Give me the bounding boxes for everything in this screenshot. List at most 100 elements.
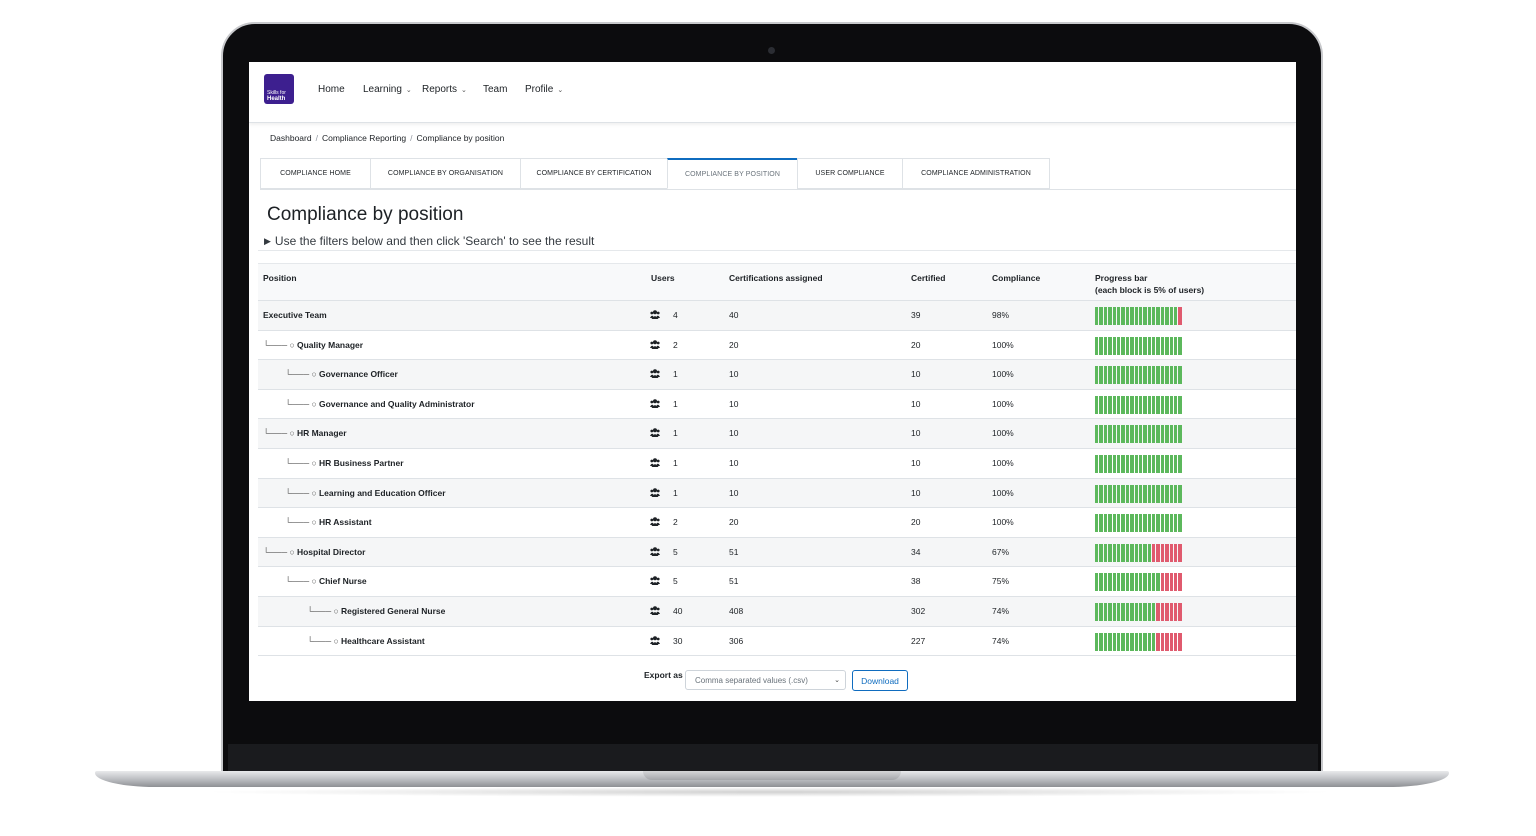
screen-bottom-bezel (228, 744, 1318, 774)
users-icon (650, 517, 660, 527)
progress-block-complete (1160, 514, 1165, 533)
progress-block-complete (1147, 336, 1152, 355)
tab-user-compliance[interactable]: USER COMPLIANCE (797, 158, 903, 189)
progress-block-complete (1125, 484, 1130, 503)
progress-block-complete (1116, 454, 1121, 473)
progress-block-incomplete (1178, 543, 1182, 562)
progress-block-incomplete (1160, 573, 1165, 592)
divider (258, 250, 1296, 251)
position-name[interactable]: └─── ○ Registered General Nurse (307, 606, 445, 616)
progress-block-complete (1099, 336, 1103, 355)
position-name[interactable]: └─── ○ HR Assistant (285, 517, 372, 527)
page-title: Compliance by position (267, 204, 464, 225)
progress-block-complete (1169, 514, 1174, 533)
progress-block-complete (1095, 307, 1099, 325)
progress-block-complete (1125, 514, 1130, 533)
tab-compliance-by-organisation[interactable]: COMPLIANCE BY ORGANISATION (370, 158, 521, 189)
progress-block-incomplete (1174, 573, 1178, 592)
tree-branch-icon: └─── ○ (285, 487, 319, 498)
filter-toggle[interactable]: ▶ Use the filters below and then click 'S… (264, 234, 594, 248)
position-name[interactable]: └─── ○ Quality Manager (263, 340, 363, 350)
progress-block-complete (1103, 307, 1108, 325)
progress-block-complete (1134, 484, 1138, 503)
progress-block-complete (1147, 514, 1152, 533)
tab-compliance-home[interactable]: COMPLIANCE HOME (260, 158, 371, 189)
nav-home[interactable]: Home (318, 84, 345, 95)
progress-block-complete (1152, 395, 1156, 414)
tab-compliance-administration[interactable]: COMPLIANCE ADMINISTRATION (902, 158, 1050, 189)
col-position[interactable]: Position (263, 272, 297, 284)
position-name[interactable]: └─── ○ HR Business Partner (285, 458, 404, 468)
progress-block-complete (1169, 307, 1174, 325)
position-label: Governance and Quality Administrator (318, 398, 475, 409)
progress-block-complete (1165, 514, 1169, 533)
skills-for-health-logo[interactable]: Skills for Health (264, 74, 294, 104)
position-name[interactable]: └─── ○ Healthcare Assistant (307, 636, 425, 646)
progress-block-complete (1169, 395, 1174, 414)
progress-block-complete (1099, 573, 1103, 592)
nav-reports[interactable]: Reports ⌄ (422, 84, 467, 95)
progress-block-complete (1108, 425, 1112, 444)
certifications-assigned: 10 (729, 457, 739, 468)
progress-block-complete (1174, 425, 1178, 444)
position-name[interactable]: └─── ○ Governance and Quality Administra… (285, 399, 475, 409)
tab-compliance-by-certification[interactable]: COMPLIANCE BY CERTIFICATION (520, 158, 668, 189)
progress-block-complete (1116, 573, 1121, 592)
col-certifications[interactable]: Certifications assigned (729, 272, 823, 284)
progress-block-complete (1147, 543, 1152, 562)
progress-block-complete (1134, 454, 1138, 473)
position-name[interactable]: └─── ○ Hospital Director (263, 547, 365, 557)
progress-block-incomplete (1152, 543, 1156, 562)
progress-block-complete (1143, 366, 1147, 385)
position-name[interactable]: └─── ○ HR Manager (263, 428, 347, 438)
position-label: Quality Manager (296, 339, 364, 350)
progress-block-complete (1147, 573, 1152, 592)
progress-block-complete (1147, 425, 1152, 444)
progress-block-complete (1116, 514, 1121, 533)
breadcrumb-current: Compliance by position (416, 133, 505, 143)
progress-block-complete (1108, 514, 1112, 533)
progress-block-complete (1152, 366, 1156, 385)
position-label: Hospital Director (296, 546, 366, 557)
progress-block-complete (1103, 514, 1108, 533)
nav-profile[interactable]: Profile ⌄ (525, 84, 563, 95)
position-name[interactable]: └─── ○ Chief Nurse (285, 576, 367, 586)
progress-block-complete (1134, 602, 1138, 621)
position-name[interactable]: └─── ○ Learning and Education Officer (285, 488, 446, 498)
breadcrumb-dashboard[interactable]: Dashboard (270, 133, 312, 143)
progress-block-complete (1169, 425, 1174, 444)
nav-team[interactable]: Team (483, 84, 507, 95)
col-certified[interactable]: Certified (911, 272, 945, 284)
progress-block-complete (1108, 366, 1112, 385)
progress-block-complete (1130, 454, 1134, 473)
download-button[interactable]: Download (852, 670, 908, 691)
progress-block-complete (1165, 307, 1169, 325)
compliance-percent: 100% (992, 369, 1014, 380)
progress-bar (1095, 602, 1182, 621)
breadcrumb-compliance-reporting[interactable]: Compliance Reporting (322, 133, 406, 143)
progress-block-complete (1112, 543, 1116, 562)
export-format-select[interactable]: Comma separated values (.csv) ⌄ (685, 670, 846, 690)
users-count: 40 (673, 605, 683, 616)
laptop-shadow (200, 787, 1340, 797)
progress-block-complete (1099, 543, 1103, 562)
progress-block-complete (1099, 454, 1103, 473)
col-progress-title: Progress bar (1095, 273, 1148, 283)
progress-block-complete (1121, 395, 1125, 414)
progress-block-complete (1138, 336, 1143, 355)
progress-block-complete (1152, 484, 1156, 503)
position-name[interactable]: Executive Team (263, 310, 327, 320)
certified-count: 227 (911, 635, 926, 646)
progress-bar (1095, 573, 1182, 592)
tab-compliance-by-position[interactable]: COMPLIANCE BY POSITION (667, 158, 798, 189)
users-icon (650, 487, 660, 497)
nav-learning[interactable]: Learning ⌄ (363, 84, 412, 95)
certifications-assigned: 51 (729, 546, 739, 557)
col-compliance[interactable]: Compliance (992, 272, 1040, 284)
users-count: 1 (673, 428, 678, 439)
position-name[interactable]: └─── ○ Governance Officer (285, 369, 398, 379)
col-users[interactable]: Users (651, 272, 675, 284)
progress-block-complete (1112, 632, 1116, 651)
users-icon (650, 458, 660, 467)
progress-block-incomplete (1165, 632, 1169, 651)
